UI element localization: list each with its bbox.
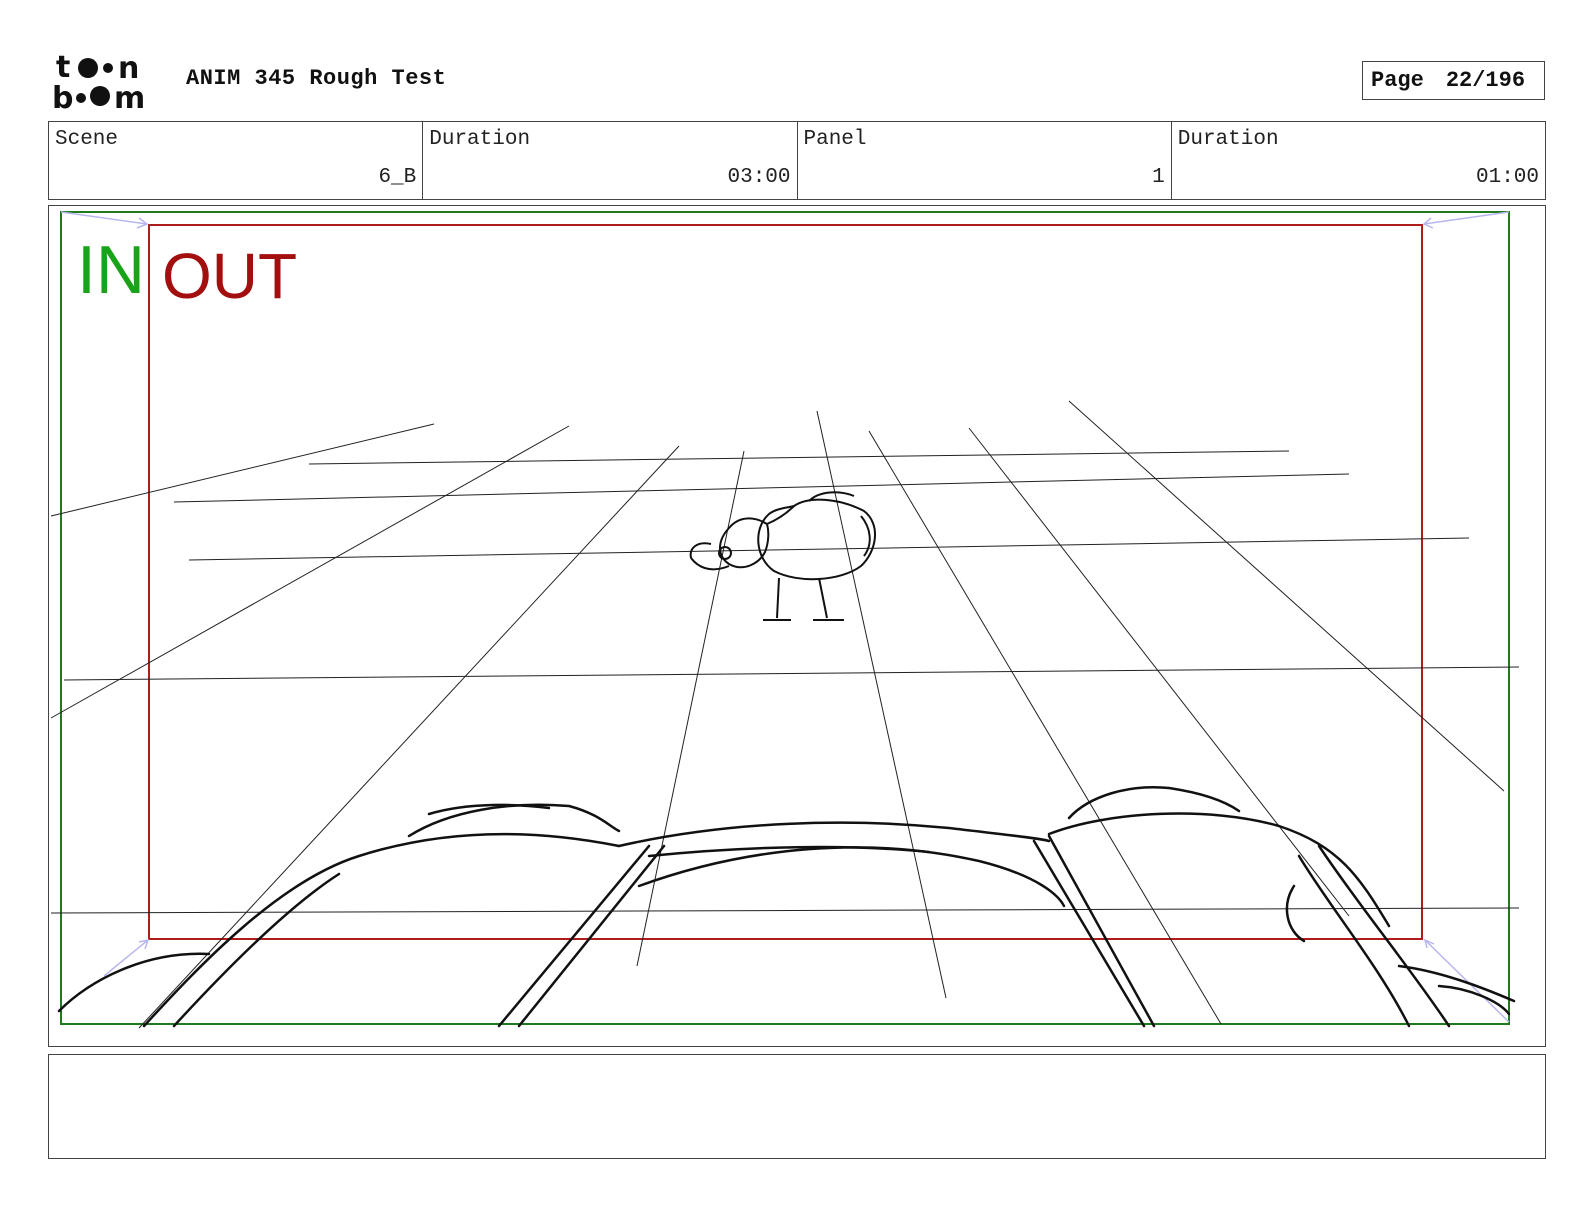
in-label: IN — [77, 232, 145, 308]
scene-label: Scene — [55, 128, 119, 151]
page-indicator: Page 22/196 — [1362, 61, 1545, 100]
panel-value: 1 — [1152, 166, 1165, 189]
scene-duration-cell: Duration 03:00 — [423, 122, 798, 199]
panel-cell: Panel 1 — [798, 122, 1172, 199]
car-hood-sketch — [57, 786, 1516, 1028]
panel-notes-box — [48, 1054, 1546, 1159]
duck-sketch — [689, 491, 877, 621]
panel-duration-label: Duration — [1177, 128, 1279, 151]
panel-drawing — [50, 211, 1520, 1029]
scene-duration-value: 03:00 — [727, 166, 791, 189]
panel-label: Panel — [803, 128, 867, 151]
page-number: 22/196 — [1445, 68, 1526, 93]
page-label: Page — [1371, 68, 1424, 93]
panel-duration-value: 01:00 — [1475, 166, 1539, 189]
panel-duration-cell: Duration 01:00 — [1172, 122, 1545, 199]
floor-grid — [50, 400, 1520, 1029]
scene-cell: Scene 6_B — [49, 122, 424, 199]
svg-text:t: t — [56, 50, 70, 85]
document-title: ANIM 345 Rough Test — [186, 66, 447, 91]
scene-value: 6_B — [378, 166, 417, 189]
out-frame — [148, 224, 1423, 940]
svg-text:b: b — [52, 81, 73, 112]
toon-boom-logo: t n b m — [52, 50, 145, 112]
in-frame — [60, 211, 1510, 1025]
scene-duration-label: Duration — [429, 128, 531, 151]
svg-text:m: m — [114, 81, 145, 112]
storyboard-panel: IN OUT — [48, 205, 1546, 1047]
out-label: OUT — [162, 240, 298, 312]
panel-info-table: Scene 6_B Duration 03:00 Panel 1 Duratio… — [48, 121, 1546, 200]
